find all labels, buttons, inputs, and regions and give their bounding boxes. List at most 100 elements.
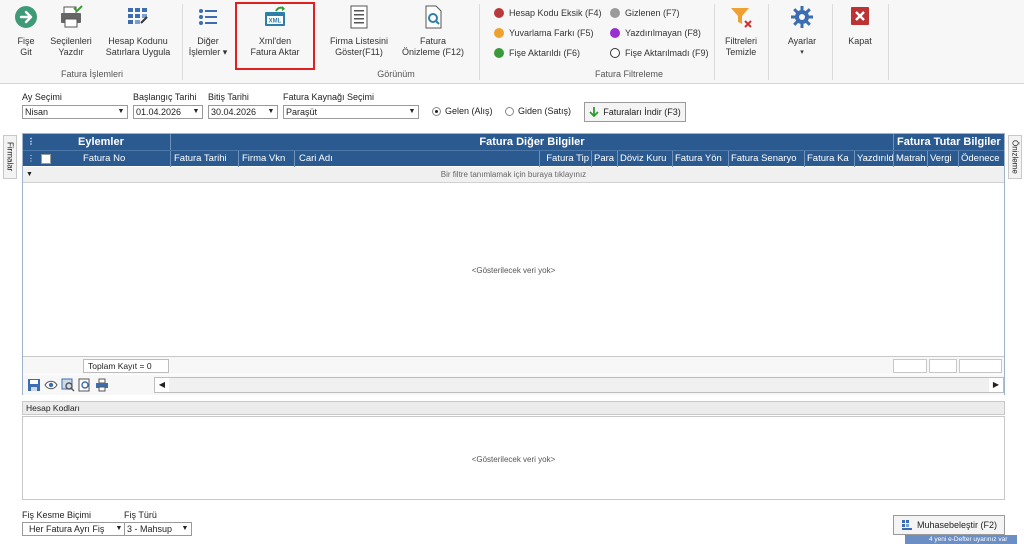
- radio-giden[interactable]: Giden (Satış): [505, 106, 571, 116]
- filter-yazdirilmayan[interactable]: Yazdırılmayan (F8): [610, 28, 701, 38]
- filter-gizlenen[interactable]: Gizlenen (F7): [610, 8, 680, 18]
- fise-git-label: Fişe Git: [17, 36, 35, 57]
- save-icon[interactable]: [27, 378, 41, 392]
- fatura-onizleme-button[interactable]: Fatura Önizleme (F12): [397, 4, 469, 66]
- ribbon-separator: [888, 4, 889, 80]
- fatura-kaynagi-label: Fatura Kaynağı Seçimi: [283, 92, 375, 102]
- col-firma-vkn[interactable]: Firma Vkn: [238, 151, 294, 167]
- fis-kesme-select[interactable]: Her Fatura Ayrı Fiş ▼: [22, 522, 126, 536]
- grid-tool-row: ◀ ▶: [23, 375, 1004, 395]
- col-para[interactable]: Para: [591, 151, 617, 167]
- horizontal-scrollbar[interactable]: ◀ ▶: [154, 377, 1004, 393]
- filter-label: Yazdırılmayan (F8): [625, 28, 701, 38]
- footer-vergi-cell: [929, 359, 957, 373]
- col-fatura-senaryo[interactable]: Fatura Senaryo: [728, 151, 804, 167]
- chevron-down-icon: ▼: [267, 108, 275, 115]
- diger-islemler-button[interactable]: Diğer İşlemler ▾: [186, 4, 230, 66]
- grid-footer-row: Toplam Kayıt = 0: [23, 356, 1004, 374]
- fis-kesme-label: Fiş Kesme Biçimi: [22, 510, 92, 520]
- col-fatura-tarihi[interactable]: Fatura Tarihi: [170, 151, 238, 167]
- chevron-down-icon: ▼: [192, 108, 200, 115]
- green-dot-icon: [494, 48, 504, 58]
- filter-hesap-kodu-eksik[interactable]: Hesap Kodu Eksik (F4): [494, 8, 602, 18]
- scroll-left-icon[interactable]: ◀: [155, 378, 169, 392]
- col-fatura-no[interactable]: Fatura No: [83, 151, 169, 167]
- filtreleri-temizle-button[interactable]: Filtreleri Temizle: [718, 4, 764, 66]
- fis-turu-select[interactable]: 3 - Mahsup ▼: [124, 522, 192, 536]
- ay-secimi-select[interactable]: Nisan ▼: [22, 105, 128, 119]
- col-doviz-kuru[interactable]: Döviz Kuru: [617, 151, 672, 167]
- fis-turu-value: 3 - Mahsup: [127, 524, 173, 534]
- baslangic-tarihi-input[interactable]: 01.04.2026 ▼: [133, 105, 203, 119]
- ribbon-separator: [182, 4, 183, 80]
- col-cari-adi[interactable]: Cari Adı: [294, 151, 539, 167]
- radio-unselected-icon: [505, 106, 514, 116]
- fis-kesme-value: Her Fatura Ayrı Fiş: [29, 524, 105, 534]
- grid-band-row: ⋮ Eylemler Fatura Diğer Bilgiler Fatura …: [23, 134, 1004, 150]
- purple-dot-icon: [610, 28, 620, 38]
- filter-label: Hesap Kodu Eksik (F4): [509, 8, 602, 18]
- scroll-right-icon[interactable]: ▶: [989, 378, 1003, 392]
- faturalari-indir-button[interactable]: Faturaları İndir (F3): [584, 102, 686, 122]
- grid-filter-row[interactable]: ▼ Bir filtre tanımlamak için buraya tıkl…: [23, 167, 1004, 183]
- hesap-kodunu-uygula-button[interactable]: Hesap Kodunu Satırlara Uygula: [100, 4, 176, 66]
- select-all-checkbox[interactable]: [41, 154, 51, 164]
- col-fatura-ka[interactable]: Fatura Ka: [804, 151, 854, 167]
- notification-toast[interactable]: 4 yeni e-Defter uyarınız var: [905, 535, 1017, 544]
- bitis-tarihi-label: Bitiş Tarihi: [208, 92, 249, 102]
- side-tab-firmalar[interactable]: Firmalar: [3, 135, 17, 179]
- eye-icon[interactable]: [44, 378, 58, 392]
- grid-column-header-row: ⋮ Fatura No Fatura Tarihi Firma Vkn Cari…: [23, 150, 1004, 167]
- ribbon-separator: [832, 4, 833, 80]
- radio-gelen-label: Gelen (Alış): [445, 106, 493, 116]
- diger-islemler-label: Diğer İşlemler ▾: [188, 36, 228, 57]
- highlight-box: [235, 2, 315, 70]
- hesap-kodlari-panel: <Gösterilecek veri yok>: [22, 416, 1005, 500]
- hesap-kodlari-header: Hesap Kodları: [22, 401, 1005, 415]
- baslangic-tarihi-value: 01.04.2026: [136, 107, 182, 117]
- firma-listesini-label: Firma Listesini Göster(F11): [329, 36, 388, 57]
- bitis-tarihi-input[interactable]: 30.04.2026 ▼: [208, 105, 278, 119]
- filter-icon: ▼: [26, 171, 33, 178]
- band-fatura-diger[interactable]: Fatura Diğer Bilgiler: [170, 134, 893, 150]
- side-tab-onizleme[interactable]: Önizleme: [1008, 135, 1022, 179]
- filter-yuvarlama-farki[interactable]: Yuvarlama Farkı (F5): [494, 28, 594, 38]
- secilenleri-yazdir-button[interactable]: Seçilenleri Yazdır: [44, 4, 98, 66]
- ribbon-separator: [768, 4, 769, 80]
- fatura-kaynagi-select[interactable]: Paraşüt ▼: [283, 105, 419, 119]
- filter-hint-text: Bir filtre tanımlamak için buraya tıklay…: [440, 170, 587, 179]
- list-icon: [199, 9, 217, 25]
- side-tab-label: Önizleme: [1010, 140, 1020, 174]
- ring-dot-icon: [610, 48, 620, 58]
- gear-icon: [791, 6, 813, 28]
- band-fatura-tutar[interactable]: Fatura Tutar Bilgiler: [893, 134, 1004, 150]
- ayarlar-button[interactable]: Ayarlar ▾: [778, 4, 826, 66]
- download-arrow-icon: [589, 106, 599, 117]
- row-menu-icon[interactable]: ⋮: [27, 151, 37, 167]
- arrow-right-circle-icon: [15, 6, 37, 28]
- firma-listesini-goster-button[interactable]: Firma Listesini Göster(F11): [323, 4, 395, 66]
- print-icon[interactable]: [95, 378, 109, 392]
- document-search-icon: [425, 5, 442, 29]
- notification-text: 4 yeni e-Defter uyarınız var: [929, 536, 1008, 543]
- filter-label: Gizlenen (F7): [625, 8, 680, 18]
- table-search-icon[interactable]: [61, 378, 75, 392]
- band-expand-icon[interactable]: ⋮: [27, 134, 37, 150]
- faturalari-indir-label: Faturaları İndir (F3): [603, 107, 681, 117]
- col-odenecek[interactable]: Ödenece: [958, 151, 1004, 167]
- col-vergi[interactable]: Vergi: [927, 151, 958, 167]
- filter-fise-aktarilmadi[interactable]: Fişe Aktarılmadı (F9): [610, 48, 709, 58]
- kapat-button[interactable]: Kapat: [838, 4, 882, 66]
- radio-gelen[interactable]: Gelen (Alış): [432, 106, 493, 116]
- col-yazdirildi[interactable]: Yazdırıld: [854, 151, 893, 167]
- zoom-icon[interactable]: [78, 378, 92, 392]
- filter-fise-aktarildi[interactable]: Fişe Aktarıldı (F6): [494, 48, 580, 58]
- col-matrah[interactable]: Matrah: [893, 151, 927, 167]
- muhasebelestir-button[interactable]: Muhasebeleştir (F2): [893, 515, 1005, 535]
- col-fatura-tip[interactable]: Fatura Tip: [539, 151, 591, 167]
- hesap-kodlari-empty-text: <Gösterilecek veri yok>: [471, 455, 556, 464]
- band-eylemler[interactable]: Eylemler: [78, 134, 138, 150]
- fatura-kaynagi-value: Paraşüt: [286, 107, 318, 117]
- col-fatura-yon[interactable]: Fatura Yön: [672, 151, 728, 167]
- fise-git-button[interactable]: Fişe Git: [8, 4, 44, 66]
